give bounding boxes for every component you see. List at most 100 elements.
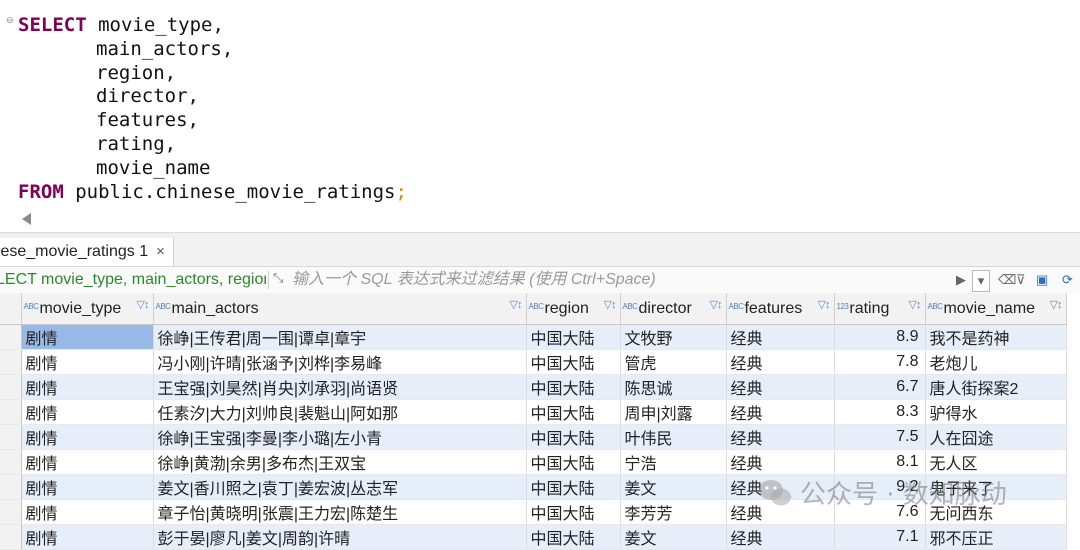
table-cell[interactable]: 中国大陆 [526, 499, 621, 525]
play-icon[interactable]: ▶ [956, 270, 966, 290]
sort-filter-icon[interactable]: ▽↕ [909, 298, 922, 311]
refresh-icon[interactable]: ⟳ [1062, 270, 1073, 290]
table-cell[interactable]: 中国大陆 [526, 424, 621, 450]
table-cell[interactable]: 中国大陆 [526, 449, 621, 475]
table-cell[interactable]: 中国大陆 [526, 324, 621, 350]
fold-collapse-icon[interactable]: ⊖ [6, 16, 14, 25]
row-header[interactable] [0, 399, 22, 425]
table-cell[interactable]: 驴得水 [925, 399, 1067, 425]
table-cell[interactable]: 叶伟民 [620, 424, 727, 450]
table-cell[interactable]: 经典 [726, 374, 835, 400]
code-line[interactable]: director, [18, 85, 1080, 109]
table-cell[interactable]: 唐人街探案2 [925, 374, 1067, 400]
table-cell[interactable]: 任素汐|大力|刘帅良|裴魁山|阿如那 [153, 399, 527, 425]
row-header[interactable] [0, 524, 22, 550]
sort-filter-icon[interactable]: ▽↕ [604, 298, 617, 311]
horizontal-scrollbar[interactable] [18, 212, 1078, 228]
table-cell[interactable]: 剧情 [21, 449, 154, 475]
table-row[interactable]: 剧情 徐峥|王传君|周一围|谭卓|章宇 中国大陆 文牧野 经典 8.9 我不是药神 [0, 324, 1067, 350]
table-cell[interactable]: 7.1 [834, 524, 926, 550]
expand-icon[interactable]: ⤡ [273, 270, 283, 286]
code-line[interactable]: movie_name [18, 157, 407, 181]
close-icon[interactable]: × [156, 238, 165, 266]
table-row[interactable]: 剧情 徐峥|黄渤|余男|多布杰|王双宝 中国大陆 宁浩 经典 8.1 无人区 [0, 449, 1067, 475]
table-cell[interactable]: 剧情 [21, 474, 154, 500]
table-cell[interactable]: 彭于晏|廖凡|姜文|周韵|许晴 [153, 524, 527, 550]
table-cell[interactable]: 经典 [726, 399, 835, 425]
column-header-main_actors[interactable]: ABCmain_actors ▽↕ [153, 293, 527, 325]
table-cell[interactable]: 陈思诚 [620, 374, 727, 400]
row-header[interactable] [0, 474, 22, 500]
row-header[interactable] [0, 499, 22, 525]
table-cell[interactable]: 文牧野 [620, 324, 727, 350]
table-cell[interactable]: 8.1 [834, 449, 926, 475]
table-cell[interactable]: 剧情 [21, 424, 154, 450]
table-row[interactable]: 剧情 彭于晏|廖凡|姜文|周韵|许晴 中国大陆 姜文 经典 7.1 邪不压正 [0, 524, 1067, 550]
code-line[interactable]: region, [18, 62, 407, 86]
table-cell[interactable]: 宁浩 [620, 449, 727, 475]
table-cell[interactable]: 邪不压正 [925, 524, 1067, 550]
row-header[interactable] [0, 324, 22, 350]
table-cell[interactable]: 徐峥|王传君|周一围|谭卓|章宇 [153, 324, 527, 350]
table-cell[interactable]: 经典 [726, 424, 835, 450]
table-cell[interactable]: 管虎 [620, 349, 727, 375]
tab-results[interactable]: inese_movie_ratings 1 × [0, 238, 174, 266]
sort-filter-icon[interactable]: ▽↕ [710, 298, 723, 311]
table-cell[interactable]: 中国大陆 [526, 349, 621, 375]
table-cell[interactable]: 经典 [726, 449, 835, 475]
table-cell[interactable]: 徐峥|王宝强|李曼|李小璐|左小青 [153, 424, 527, 450]
table-cell[interactable]: 人在囧途 [925, 424, 1067, 450]
code-line[interactable]: SELECT movie_type, [18, 14, 407, 38]
table-cell[interactable]: 我不是药神 [925, 324, 1067, 350]
sort-filter-icon[interactable]: ▽↕ [1050, 298, 1063, 311]
table-row[interactable]: 剧情 任素汐|大力|刘帅良|裴魁山|阿如那 中国大陆 周申|刘露 经典 8.3 驴得水 [0, 399, 1067, 425]
column-header-movie_type[interactable]: ABCmovie_type ▽↕ [21, 293, 154, 325]
column-header-movie_name[interactable]: ABCmovie_name ▽↕ [925, 293, 1067, 325]
filter-icon[interactable]: ⊽ [1016, 270, 1026, 290]
table-cell[interactable]: 周申|刘露 [620, 399, 727, 425]
splitter-grip-icon[interactable] [562, 233, 592, 246]
table-cell[interactable]: 6.7 [834, 374, 926, 400]
table-cell[interactable]: 徐峥|黄渤|余男|多布杰|王双宝 [153, 449, 527, 475]
table-cell[interactable]: 剧情 [21, 349, 154, 375]
table-cell[interactable]: 李芳芳 [620, 499, 727, 525]
table-cell[interactable]: 7.8 [834, 349, 926, 375]
sort-filter-icon[interactable]: ▽↕ [137, 298, 150, 311]
code-line[interactable]: FROM public.chinese_movie_ratings; [18, 181, 407, 205]
sql-editor[interactable]: ⊖ SELECT movie_type, main_actors, region, d… [0, 0, 1080, 232]
table-cell[interactable]: 老炮儿 [925, 349, 1067, 375]
table-cell[interactable]: 8.3 [834, 399, 926, 425]
table-cell[interactable]: 姜文|香川照之|袁丁|姜宏波|丛志军 [153, 474, 527, 500]
table-cell[interactable]: 8.9 [834, 324, 926, 350]
eraser-icon[interactable]: ⌫ [998, 270, 1016, 290]
table-cell[interactable]: 冯小刚|许晴|张涵予|刘桦|李易峰 [153, 349, 527, 375]
table-row[interactable]: 剧情 徐峥|王宝强|李曼|李小璐|左小青 中国大陆 叶伟民 经典 7.5 人在囧途 [0, 424, 1067, 450]
code-line[interactable]: rating, [18, 133, 407, 157]
table-cell[interactable]: 剧情 [21, 324, 154, 350]
code-line[interactable]: main_actors, [18, 38, 407, 62]
table-cell[interactable]: 章子怡|黄晓明|张震|王力宏|陈楚生 [153, 499, 527, 525]
table-cell[interactable]: 中国大陆 [526, 399, 621, 425]
row-header[interactable] [0, 374, 22, 400]
save-filter-icon[interactable]: ▣ [1036, 270, 1048, 290]
table-cell[interactable]: 剧情 [21, 374, 154, 400]
dropdown-icon[interactable]: ▾ [972, 270, 990, 292]
row-header[interactable] [0, 349, 22, 375]
table-cell[interactable]: 经典 [726, 349, 835, 375]
table-cell[interactable]: 中国大陆 [526, 524, 621, 550]
sql-code[interactable]: SELECT movie_type, main_actors, region, dir… [18, 14, 1080, 205]
column-header-rating[interactable]: 123rating ▽↕ [834, 293, 926, 325]
table-cell[interactable]: 7.5 [834, 424, 926, 450]
table-cell[interactable]: 中国大陆 [526, 374, 621, 400]
row-header[interactable] [0, 449, 22, 475]
scroll-left-arrow-icon[interactable] [22, 213, 31, 225]
table-cell[interactable]: 经典 [726, 524, 835, 550]
column-header-director[interactable]: ABCdirector ▽↕ [620, 293, 727, 325]
table-row[interactable]: 剧情 王宝强|刘昊然|肖央|刘承羽|尚语贤 中国大陆 陈思诚 经典 6.7 唐人街探案2 [0, 374, 1067, 400]
table-cell[interactable]: 中国大陆 [526, 474, 621, 500]
table-cell[interactable]: 无人区 [925, 449, 1067, 475]
filter-input[interactable] [292, 267, 942, 293]
column-header-region[interactable]: ABCregion ▽↕ [526, 293, 621, 325]
code-line[interactable]: features, [18, 109, 407, 133]
table-cell[interactable]: 剧情 [21, 499, 154, 525]
